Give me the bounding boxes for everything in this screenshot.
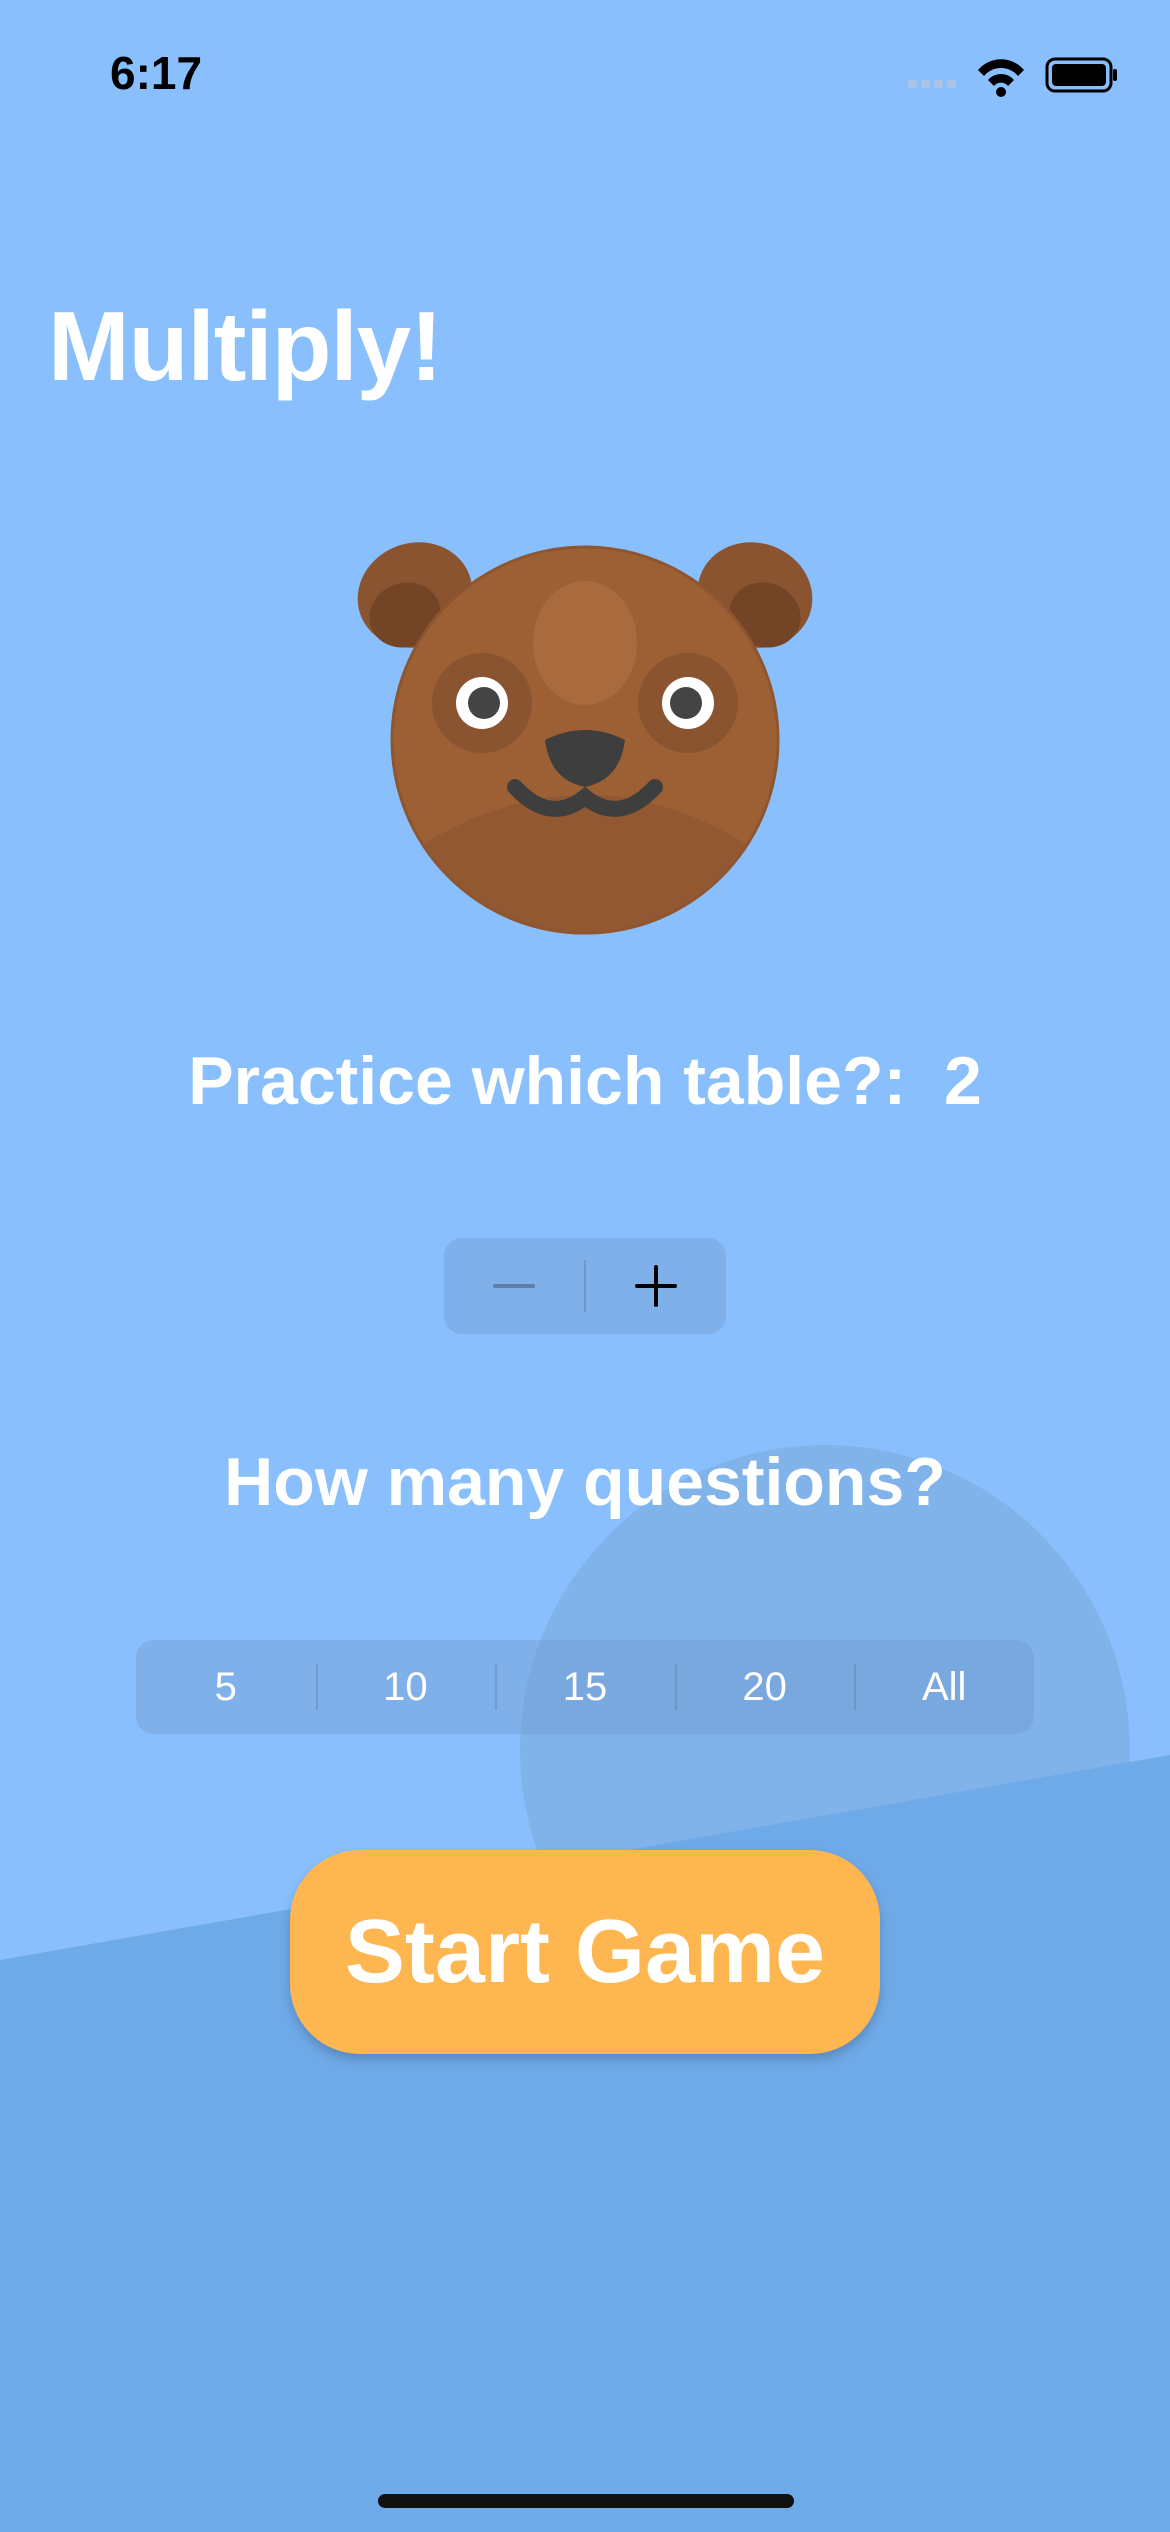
status-bar-icons	[908, 57, 1117, 97]
bear-face-icon	[357, 542, 813, 935]
increment-button[interactable]	[586, 1238, 726, 1334]
table-value: 2	[943, 1043, 982, 1119]
question-count-option-20[interactable]: 20	[674, 1640, 855, 1734]
table-stepper[interactable]	[444, 1238, 726, 1334]
minus-icon	[493, 1284, 535, 1288]
start-game-label: Start Game	[344, 1901, 826, 2002]
decrement-button[interactable]	[444, 1238, 584, 1334]
question-count-prompt: How many questions?	[224, 1444, 946, 1520]
question-count-option-15[interactable]: 15	[495, 1640, 675, 1734]
home-indicator[interactable]	[378, 2494, 794, 2508]
wifi-icon	[978, 59, 1024, 97]
table-prompt-label: Practice which table?:	[188, 1043, 907, 1119]
battery-icon	[1045, 57, 1117, 93]
question-count-option-all[interactable]: All	[854, 1640, 1034, 1734]
question-count-option-10[interactable]: 10	[315, 1640, 496, 1734]
table-prompt: Practice which table?: 2	[0, 1042, 1170, 1120]
page-title: Multiply!	[48, 291, 443, 401]
cellular-signal-icon	[908, 80, 956, 88]
question-count-option-5[interactable]: 5	[136, 1640, 316, 1734]
status-bar-time: 6:17	[110, 47, 203, 99]
question-count-selector[interactable]: 5 10 15 20 All	[136, 1640, 1034, 1734]
plus-icon	[635, 1265, 677, 1307]
start-game-button[interactable]: Start Game	[290, 1850, 880, 2054]
